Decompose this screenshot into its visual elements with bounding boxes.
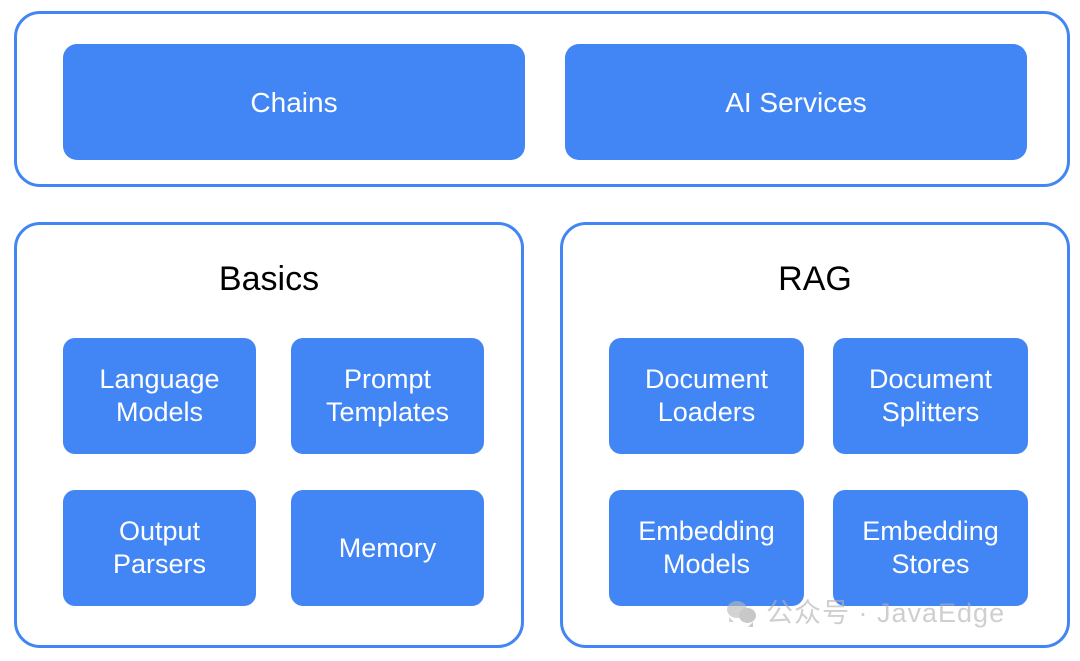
block-document-loaders[interactable]: Document Loaders [609, 338, 804, 454]
basics-panel: Basics Language Models Prompt Templates … [14, 222, 524, 648]
block-embedding-models[interactable]: Embedding Models [609, 490, 804, 606]
block-ai-services[interactable]: AI Services [565, 44, 1027, 160]
block-prompt-templates[interactable]: Prompt Templates [291, 338, 484, 454]
rag-panel-title: RAG [778, 260, 852, 298]
architecture-diagram: Chains AI Services Basics Language Model… [0, 0, 1080, 661]
block-memory[interactable]: Memory [291, 490, 484, 606]
block-document-splitters[interactable]: Document Splitters [833, 338, 1028, 454]
block-output-parsers[interactable]: Output Parsers [63, 490, 256, 606]
top-panel: Chains AI Services [14, 11, 1070, 187]
block-embedding-stores[interactable]: Embedding Stores [833, 490, 1028, 606]
rag-panel: RAG Document Loaders Document Splitters … [560, 222, 1070, 648]
block-language-models[interactable]: Language Models [63, 338, 256, 454]
basics-panel-title: Basics [218, 260, 320, 298]
block-chains[interactable]: Chains [63, 44, 525, 160]
